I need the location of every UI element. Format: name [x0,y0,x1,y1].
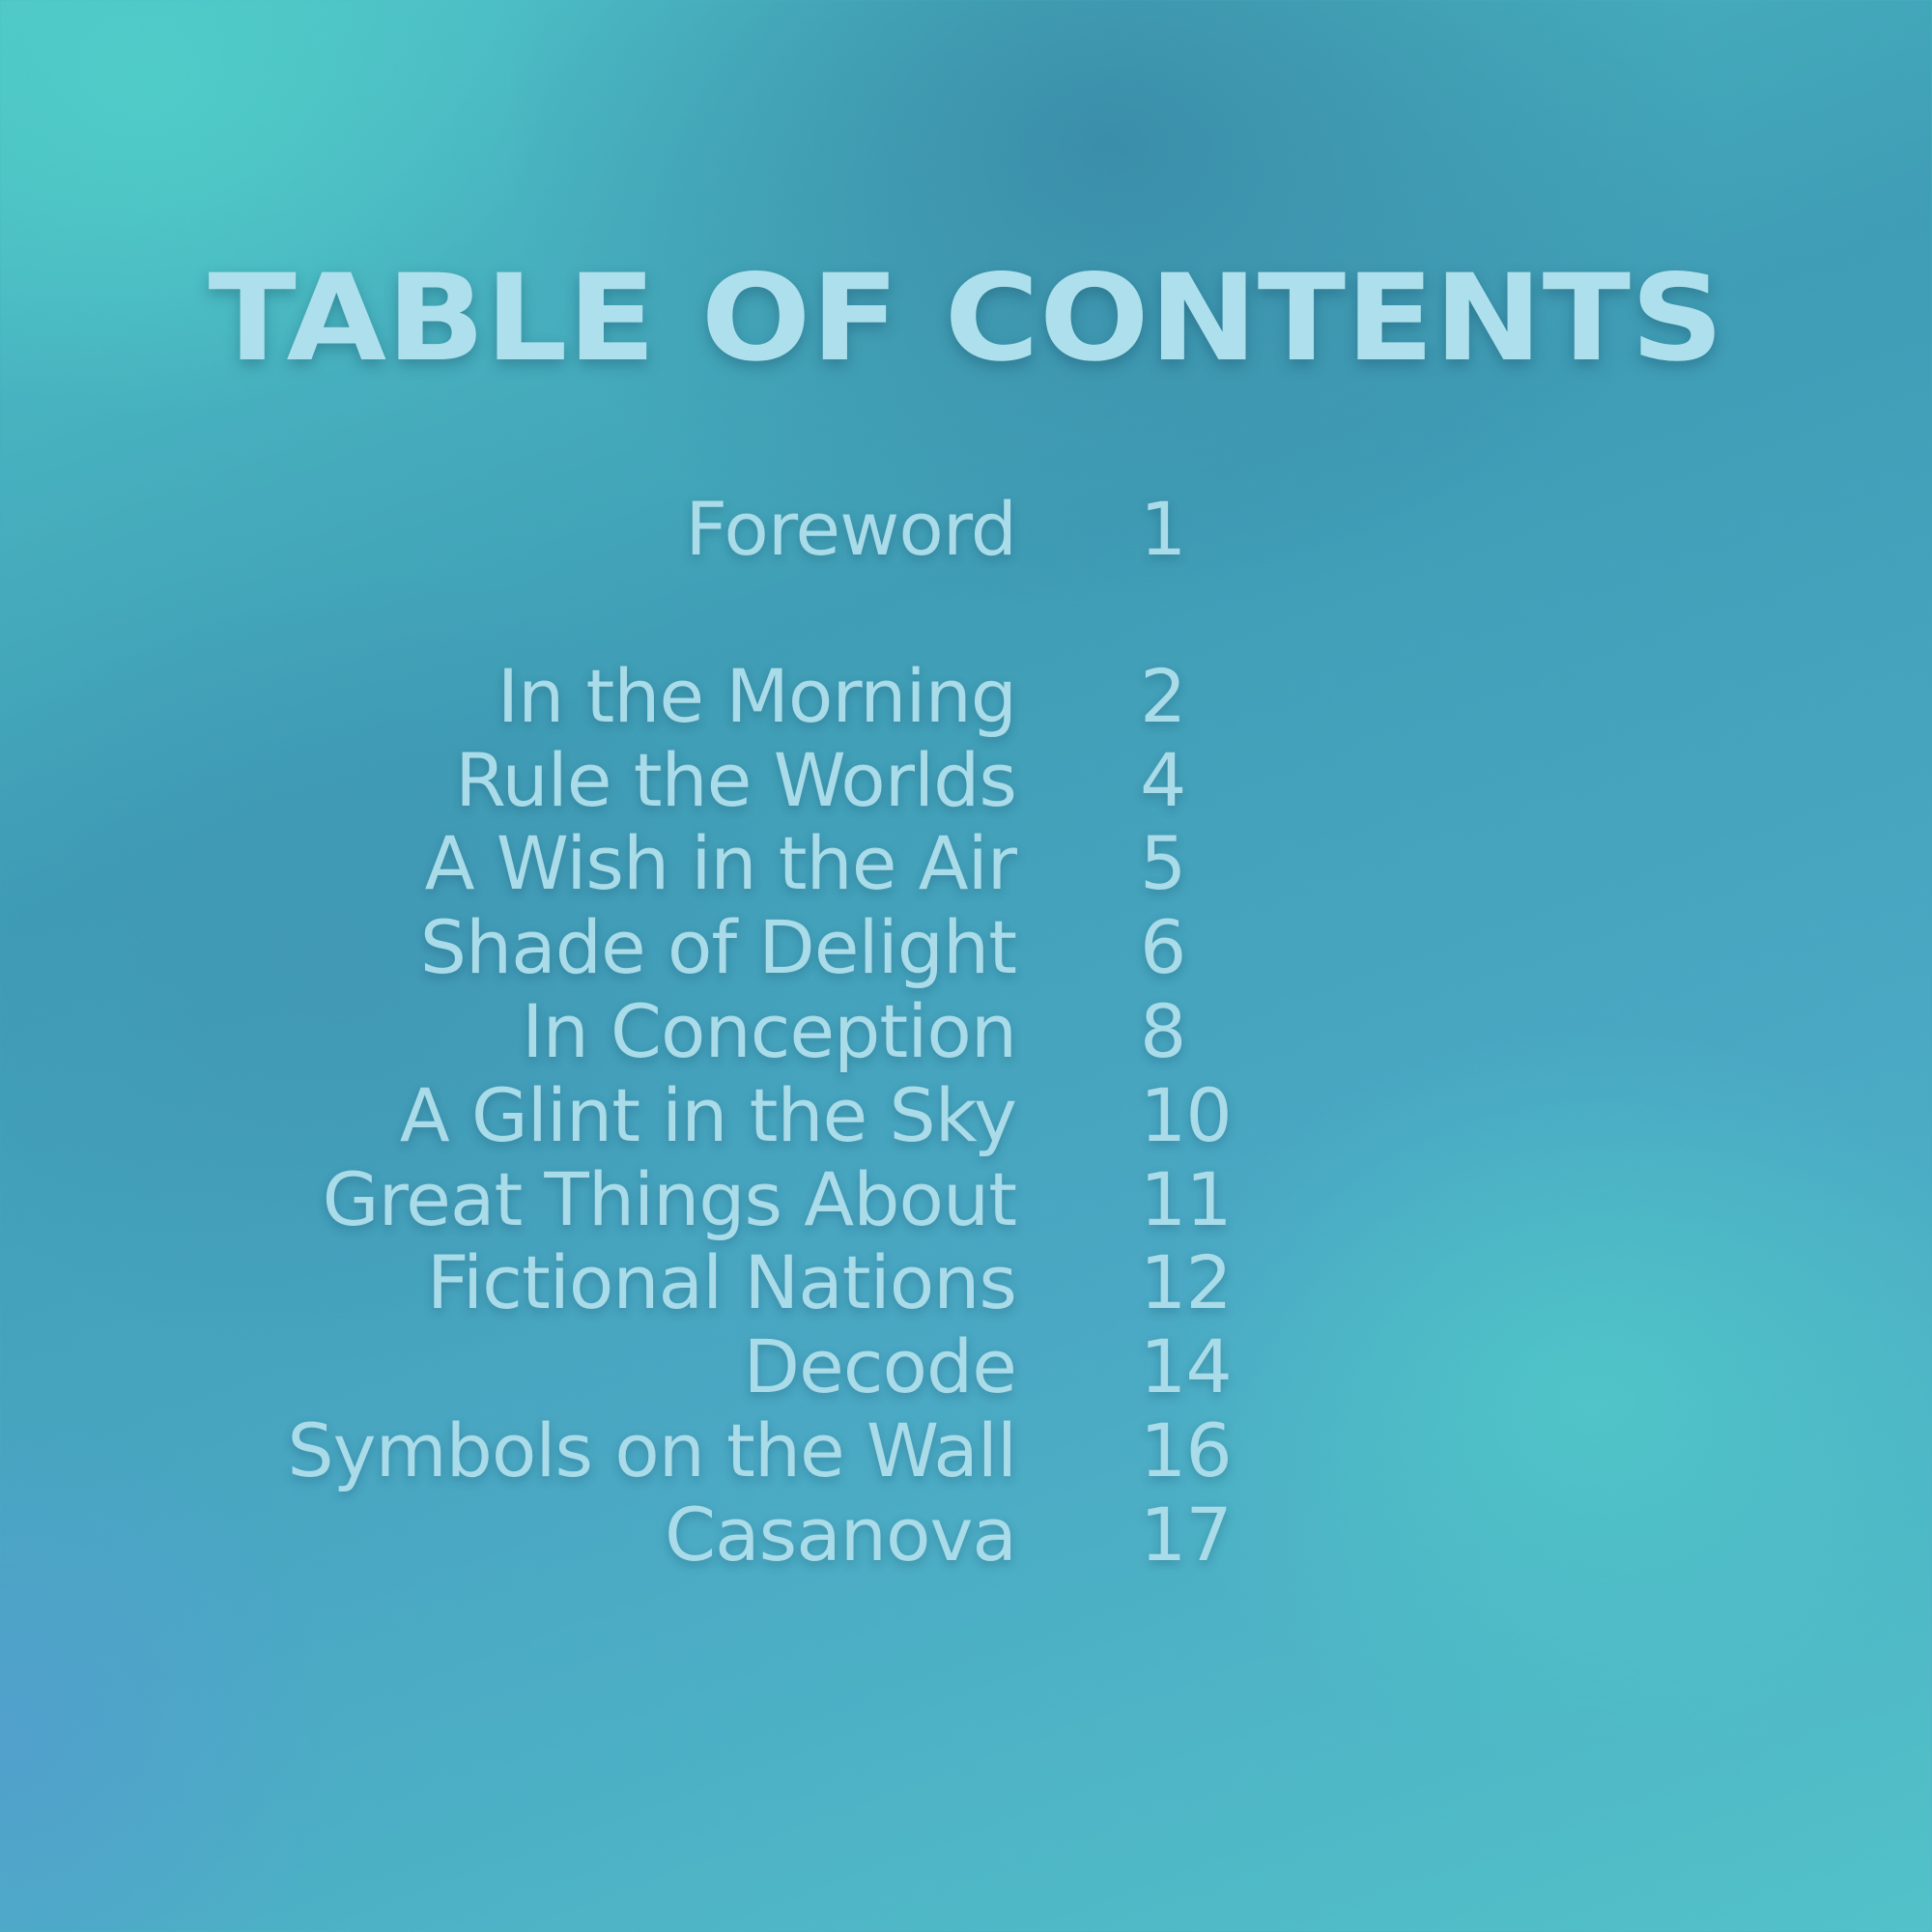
entry-title: A Glint in the Sky [399,1072,1017,1158]
entry-title: Shade of Delight [419,904,1017,990]
entry-title: Great Things About [322,1156,1017,1242]
toc-entry-shade-of-delight: Shade of Delight 6 [0,906,1932,989]
entry-page-number: 4 [1140,737,1186,823]
toc-entry-decode: Decode 14 [0,1325,1932,1408]
entry-title: Symbols on the Wall [287,1407,1017,1493]
toc-entry-casanova: Casanova 17 [0,1493,1932,1577]
toc-entry-in-conception: In Conception 8 [0,990,1932,1073]
entry-page-number: 11 [1140,1156,1233,1242]
entry-page-number: 8 [1140,988,1186,1074]
entry-title: Rule the Worlds [455,737,1017,823]
entry-title: A Wish in the Air [424,820,1017,906]
toc-entry-foreword: Foreword 1 [0,488,1932,571]
entry-title: Foreword [685,486,1017,572]
toc-entry-rule-the-worlds: Rule the Worlds 4 [0,739,1932,822]
toc-entry-a-glint-in-the-sky: A Glint in the Sky 10 [0,1074,1932,1157]
toc-entry-in-the-morning: In the Morning 2 [0,655,1932,738]
entry-page-number: 1 [1140,486,1186,572]
entry-page-number: 10 [1140,1072,1233,1158]
entry-title: In the Morning [497,653,1017,739]
entry-page-number: 2 [1140,653,1186,739]
entry-title: Fictional Nations [426,1239,1017,1325]
entry-title: In Conception [522,988,1017,1074]
entry-page-number: 6 [1140,904,1186,990]
toc-entry-great-things-about: Great Things About 11 [0,1158,1932,1241]
entry-page-number: 14 [1140,1323,1233,1409]
entry-page-number: 16 [1140,1407,1233,1493]
toc-entry-fictional-nations: Fictional Nations 12 [0,1241,1932,1324]
entry-page-number: 12 [1140,1239,1233,1325]
entry-page-number: 5 [1140,820,1186,906]
table-of-contents: Foreword 1 In the Morning 2 Rule the Wor… [0,0,1932,1932]
entry-title: Casanova [664,1492,1017,1577]
entry-page-number: 17 [1140,1492,1233,1577]
toc-entry-symbols-on-the-wall: Symbols on the Wall 16 [0,1409,1932,1492]
entry-title: Decode [743,1323,1017,1409]
toc-entry-a-wish-in-the-air: A Wish in the Air 5 [0,822,1932,905]
